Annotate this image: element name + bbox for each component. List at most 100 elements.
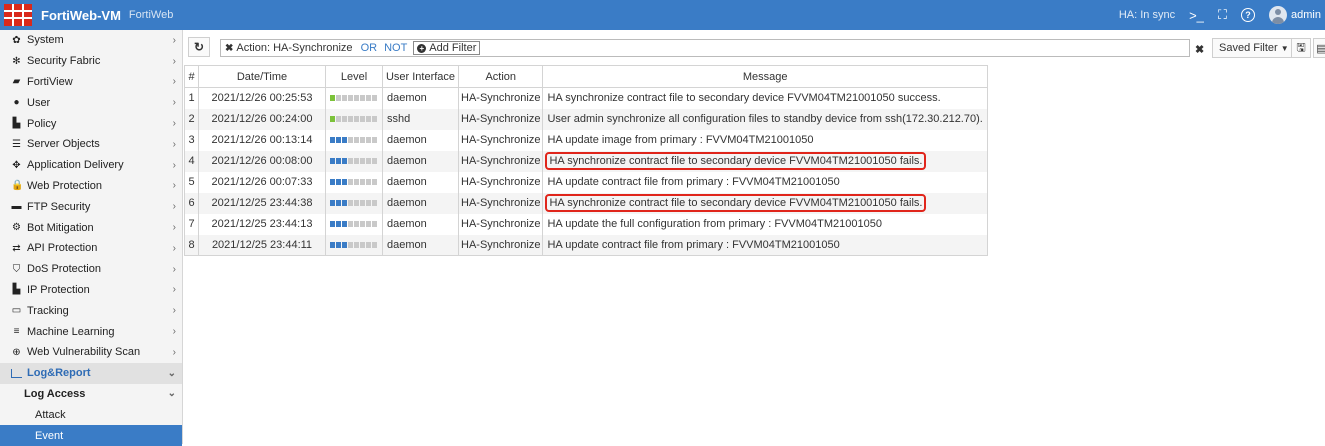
row-level bbox=[325, 150, 383, 172]
fullscreen-icon[interactable]: ⛶ bbox=[1218, 7, 1227, 23]
sidebar-item-label: Server Objects bbox=[27, 138, 100, 151]
sidebar-item-label: Web Vulnerability Scan bbox=[27, 346, 141, 359]
row-message-text: HA update the full configuration from pr… bbox=[547, 218, 882, 230]
row-message-text: HA synchronize contract file to secondar… bbox=[545, 152, 927, 170]
sidebar-item-security-fabric[interactable]: ✻ Security Fabric › bbox=[0, 51, 182, 72]
row-action: HA-Synchronize bbox=[457, 129, 544, 151]
table-row[interactable]: 6 2021/12/25 23:44:38 daemon HA-Synchronize… bbox=[184, 192, 988, 214]
table-row[interactable]: 1 2021/12/26 00:25:53 daemon HA-Synchronize… bbox=[184, 87, 988, 109]
sidebar-item-event[interactable]: Event bbox=[0, 425, 182, 446]
chevron-right-icon: › bbox=[172, 34, 176, 46]
sidebar-item-bot-mitigation[interactable]: ⚙ Bot Mitigation › bbox=[0, 217, 182, 238]
chevron-down-icon: ⌄ bbox=[167, 367, 176, 379]
tracking-icon: ▭ bbox=[11, 305, 22, 317]
user-menu[interactable]: admin bbox=[1269, 6, 1325, 24]
sidebar-item-web-vulnerability-scan[interactable]: ⊕ Web Vulnerability Scan › bbox=[0, 342, 182, 363]
sidebar-item-server-objects[interactable]: ☰ Server Objects › bbox=[0, 134, 182, 155]
avatar bbox=[1269, 6, 1288, 24]
chevron-right-icon: › bbox=[172, 263, 176, 275]
filter-not-link[interactable]: NOT bbox=[384, 42, 407, 54]
sidebar-item-api-protection[interactable]: ⇄ API Protection › bbox=[0, 238, 182, 259]
sidebar-item-fortiview[interactable]: ▰ FortiView › bbox=[0, 72, 182, 93]
sidebar-item-user[interactable]: ● User › bbox=[0, 92, 182, 113]
refresh-icon: ↻ bbox=[193, 39, 205, 54]
table-row[interactable]: 2 2021/12/26 00:24:00 sshd HA-Synchronize Us… bbox=[184, 108, 988, 130]
sidebar-item-ip-protection[interactable]: ▙ IP Protection › bbox=[0, 280, 182, 301]
table-row[interactable]: 7 2021/12/25 23:44:13 daemon HA-Synchronize… bbox=[184, 213, 988, 235]
table-row[interactable]: 5 2021/12/26 00:07:33 daemon HA-Synchronize… bbox=[184, 171, 988, 193]
column-header-date[interactable]: Date/Time bbox=[198, 65, 326, 88]
row-message: HA update contract file from primary : F… bbox=[542, 234, 988, 256]
row-date: 2021/12/26 00:24:00 bbox=[198, 108, 326, 130]
severity-level-bar bbox=[330, 179, 377, 186]
user-name: admin bbox=[1291, 9, 1321, 21]
filter-chip-label: Action: HA-Synchronize bbox=[236, 42, 353, 54]
column-header-num[interactable]: # bbox=[184, 65, 199, 88]
log-report-icon bbox=[11, 368, 22, 378]
row-number: 8 bbox=[184, 234, 199, 256]
column-header-action[interactable]: Action bbox=[457, 65, 544, 88]
severity-level-bar bbox=[330, 241, 377, 248]
user-icon: ● bbox=[13, 97, 20, 109]
api-icon: ⇄ bbox=[12, 242, 21, 254]
floppy-icon: 🖫 bbox=[1296, 41, 1306, 54]
severity-level-bar bbox=[330, 137, 377, 144]
table-row[interactable]: 8 2021/12/25 23:44:11 daemon HA-Synchronize… bbox=[184, 234, 988, 256]
server-icon: ☰ bbox=[12, 138, 21, 150]
sidebar-item-ftp-security[interactable]: ▬ FTP Security › bbox=[0, 196, 182, 217]
row-message-text: HA update contract file from primary : F… bbox=[547, 238, 840, 251]
columns-icon: ▤ bbox=[1316, 42, 1325, 55]
remove-filter-icon[interactable]: ✖ bbox=[225, 43, 233, 54]
sidebar-item-tracking[interactable]: ▭ Tracking › bbox=[0, 300, 182, 321]
table-row[interactable]: 3 2021/12/26 00:13:14 daemon HA-Synchronize… bbox=[184, 129, 988, 151]
row-message: HA synchronize contract file to secondar… bbox=[542, 192, 988, 214]
gear-icon: ✿ bbox=[12, 34, 21, 46]
sidebar-item-dos-protection[interactable]: ⛉ DoS Protection › bbox=[0, 259, 182, 280]
top-bar: FortiWeb-VM FortiWeb HA: In sync >_ ⛶ ? … bbox=[0, 0, 1325, 30]
sidebar-item-label: DoS Protection bbox=[27, 263, 101, 276]
table-row[interactable]: 4 2021/12/26 00:08:00 daemon HA-Synchronize… bbox=[184, 150, 988, 172]
row-message: HA synchronize contract file to secondar… bbox=[542, 150, 988, 172]
row-user-interface: sshd bbox=[382, 108, 459, 130]
row-number: 2 bbox=[184, 108, 199, 130]
chevron-right-icon: › bbox=[172, 118, 176, 130]
sidebar-item-policy[interactable]: ▙ Policy › bbox=[0, 113, 182, 134]
refresh-button[interactable]: ↻ bbox=[188, 36, 210, 57]
severity-level-bar bbox=[330, 158, 377, 165]
sidebar-item-system[interactable]: ✿ System › bbox=[0, 30, 182, 51]
row-date: 2021/12/26 00:07:33 bbox=[198, 171, 326, 193]
row-message-text: HA update image from primary : FVVM04TM2… bbox=[547, 134, 814, 146]
cli-console-icon[interactable]: >_ bbox=[1189, 8, 1204, 23]
sidebar-item-log-access[interactable]: Log Access ⌄ bbox=[0, 384, 182, 405]
sidebar-item-application-delivery[interactable]: ✥ Application Delivery › bbox=[0, 155, 182, 176]
severity-level-bar bbox=[330, 116, 377, 123]
help-icon[interactable]: ? bbox=[1241, 8, 1256, 22]
filter-or-link[interactable]: OR bbox=[361, 42, 378, 54]
chart-icon: ▰ bbox=[12, 76, 21, 88]
column-header-message[interactable]: Message bbox=[542, 65, 988, 88]
sidebar-item-attack[interactable]: Attack bbox=[0, 404, 182, 425]
row-user-interface: daemon bbox=[382, 87, 459, 109]
save-filter-button[interactable]: 🖫 bbox=[1291, 38, 1311, 58]
clear-filters-icon[interactable]: ✖ bbox=[1195, 43, 1204, 56]
filter-bar[interactable]: ✖ Action: HA-Synchronize OR NOT + Add Fi… bbox=[220, 39, 1190, 57]
ip-icon: ▙ bbox=[12, 284, 21, 296]
row-message-text: HA synchronize contract file to secondar… bbox=[547, 92, 941, 105]
row-level bbox=[325, 171, 383, 193]
scan-icon: ⊕ bbox=[12, 346, 21, 358]
chevron-right-icon: › bbox=[172, 76, 176, 88]
filter-chip[interactable]: ✖ Action: HA-Synchronize OR NOT bbox=[225, 42, 407, 54]
row-action: HA-Synchronize bbox=[457, 213, 544, 235]
saved-filter-dropdown[interactable]: Saved Filter ▼ bbox=[1212, 38, 1296, 58]
column-header-user-interface[interactable]: User Interface bbox=[382, 65, 459, 88]
sidebar-item-label: Tracking bbox=[27, 304, 69, 317]
add-filter-button[interactable]: + Add Filter bbox=[413, 41, 481, 55]
sidebar-item-web-protection[interactable]: 🔒 Web Protection › bbox=[0, 176, 182, 197]
column-settings-button[interactable]: ▤ bbox=[1313, 38, 1325, 58]
chevron-right-icon: › bbox=[172, 242, 176, 254]
column-header-level[interactable]: Level bbox=[325, 65, 383, 88]
sidebar-item-label: FTP Security bbox=[27, 200, 91, 213]
sidebar-item-machine-learning[interactable]: ≡ Machine Learning › bbox=[0, 321, 182, 342]
sidebar-item-log-report[interactable]: Log&Report ⌄ bbox=[0, 362, 182, 384]
sidebar-item-label: API Protection bbox=[27, 242, 98, 255]
